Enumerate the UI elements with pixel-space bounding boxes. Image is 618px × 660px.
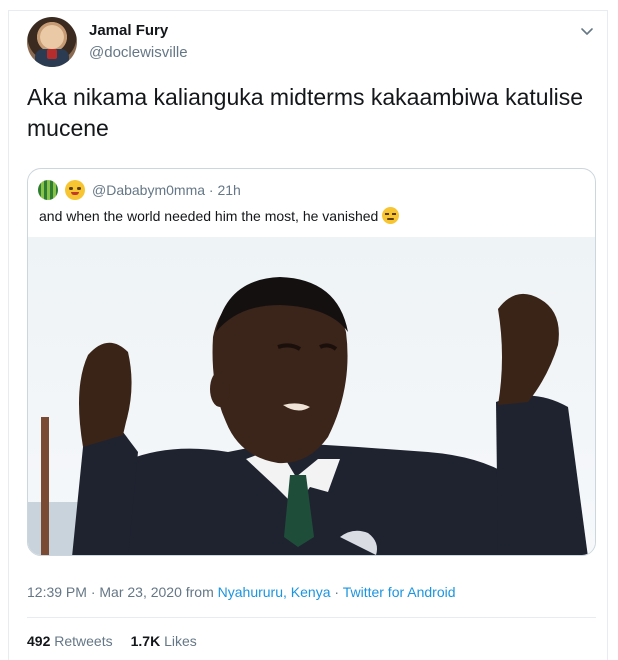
author-display-name[interactable]: Jamal Fury	[89, 22, 168, 39]
likes-stat[interactable]: 1.7K Likes	[131, 633, 197, 649]
retweets-label: Retweets	[54, 633, 113, 649]
quoted-photo[interactable]	[28, 237, 596, 556]
relieved-face-icon	[382, 207, 400, 224]
likes-count: 1.7K	[130, 633, 161, 649]
likes-label: Likes	[164, 633, 197, 649]
retweets-count: 492	[27, 633, 51, 649]
tweet-timestamp[interactable]: 12:39 PM · Mar 23, 2020 from	[27, 584, 218, 600]
meta-separator: ·	[330, 584, 343, 600]
location-link[interactable]: Nyahururu, Kenya	[218, 584, 331, 600]
retweets-stat[interactable]: 492 Retweets	[27, 633, 113, 649]
author-avatar[interactable]	[27, 17, 77, 67]
tweet-meta: 12:39 PM · Mar 23, 2020 from Nyahururu, …	[27, 584, 456, 600]
quoted-emoji-icon	[65, 180, 85, 200]
quoted-handle-time[interactable]: @Dababym0mma · 21h	[92, 182, 241, 198]
quoted-avatar-icon	[38, 180, 58, 200]
client-link[interactable]: Twitter for Android	[343, 584, 456, 600]
tweet-text: Aka nikama kalianguka midterms kakaambiw…	[27, 84, 584, 141]
quoted-tweet[interactable]: @Dababym0mma · 21h and when the world ne…	[27, 168, 596, 556]
chevron-down-icon[interactable]	[580, 24, 594, 38]
tweet-stats: 492 Retweets 1.7K Likes	[27, 633, 197, 649]
quoted-text-line: and when the world needed him the most, …	[39, 207, 400, 224]
author-handle[interactable]: @doclewisville	[89, 44, 188, 61]
stats-divider	[27, 617, 596, 618]
avatar-collar	[47, 49, 57, 59]
quoted-text: and when the world needed him the most, …	[39, 208, 379, 224]
